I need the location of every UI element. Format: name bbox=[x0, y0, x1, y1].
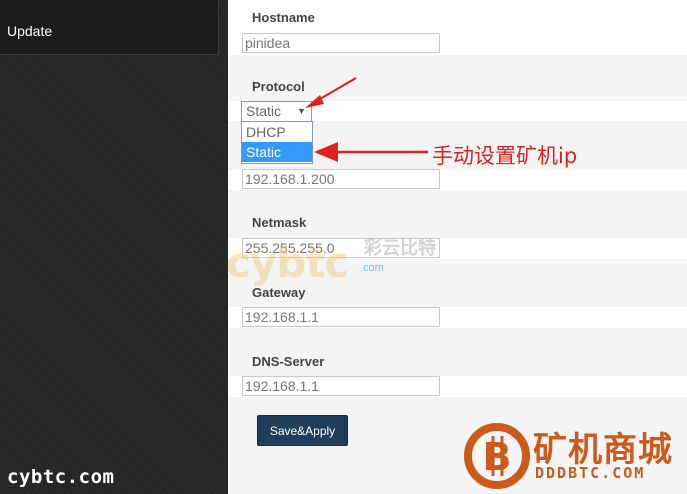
logo-en-text: DDDBTC.COM bbox=[535, 464, 646, 482]
annotation-text: 手动设置矿机ip bbox=[432, 144, 578, 168]
arrow-to-static-icon bbox=[314, 142, 428, 162]
arrow-to-select-icon bbox=[305, 77, 357, 108]
svg-text:B: B bbox=[483, 435, 512, 479]
store-logo: B 矿机商城 DDDBTC.COM bbox=[463, 420, 687, 494]
bitcoin-logo-icon: B bbox=[464, 423, 530, 489]
